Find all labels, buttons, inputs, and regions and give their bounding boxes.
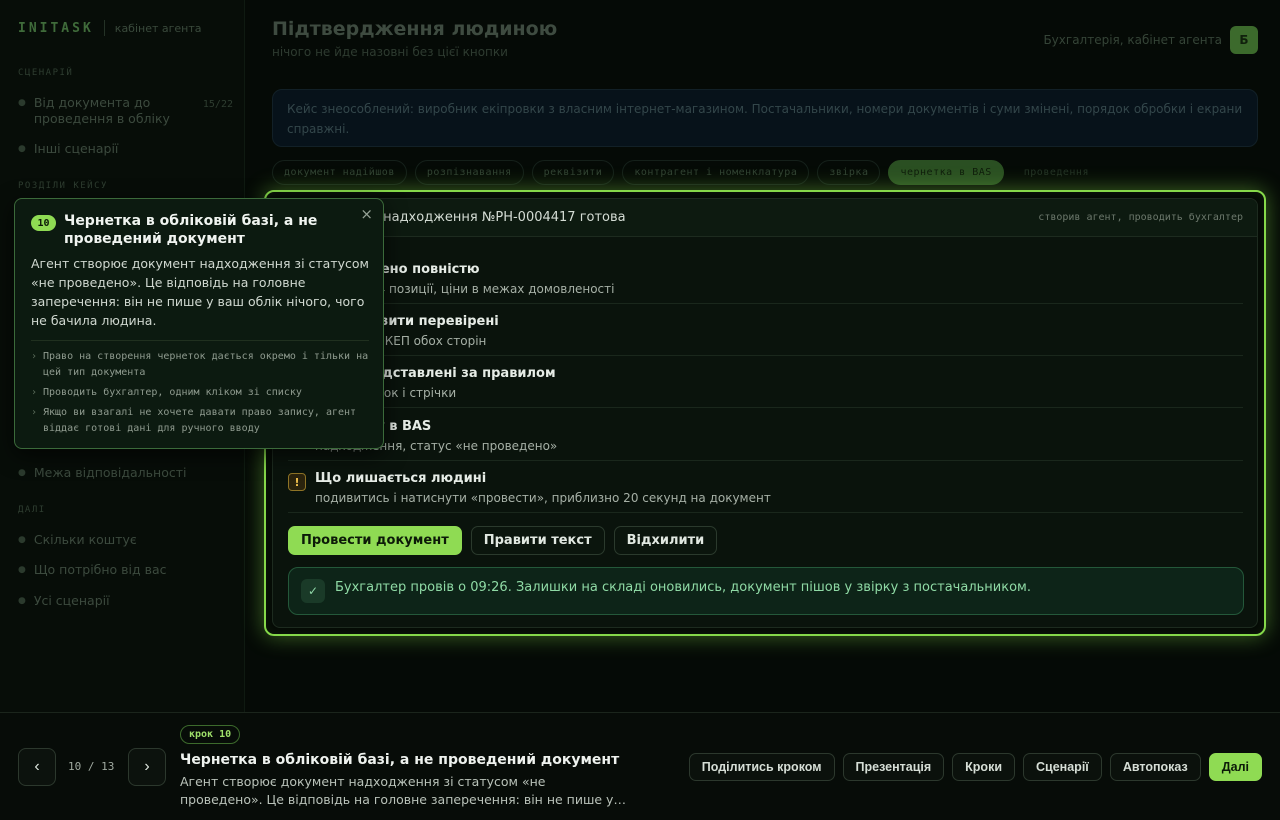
- brand-logo: INITASK: [18, 20, 94, 36]
- bullet-icon: ●: [18, 144, 26, 154]
- step-title: Чернетка в обліковій базі, а не проведен…: [180, 752, 620, 768]
- bullet-icon: ●: [18, 468, 26, 478]
- previous-step-button[interactable]: ‹: [18, 748, 56, 786]
- step-counter: 10 / 13: [68, 760, 115, 773]
- sidebar-item-requirements[interactable]: ● Що потрібно від вас: [18, 562, 233, 577]
- sidebar-item-responsibility[interactable]: ● Межа відповідальності: [18, 465, 233, 480]
- bullet-text: Проводить бухгалтер, одним кліком зі спи…: [43, 387, 302, 398]
- check-title: Що лишається людині: [315, 471, 487, 486]
- step-chip-counterparty[interactable]: контрагент і номенклатура: [622, 160, 810, 185]
- bullet-text: Право на створення чернеток дається окре…: [43, 351, 369, 378]
- step-description: Агент створює документ надходження зі ст…: [180, 774, 626, 807]
- brand-subtitle: кабінет агента: [114, 21, 202, 35]
- step-chip-posting[interactable]: проведення: [1012, 160, 1101, 185]
- step-chip-received[interactable]: документ надійшов: [272, 160, 407, 185]
- popover-text: Агент створює документ надходження зі ст…: [31, 256, 369, 328]
- steps-button[interactable]: Кроки: [952, 753, 1016, 781]
- list-item: › Проводить бухгалтер, одним кліком зі сп…: [31, 385, 371, 401]
- bullet-text: Якщо ви взагалі не хочете давати право з…: [43, 407, 357, 434]
- share-step-button[interactable]: Поділитись кроком: [688, 753, 835, 781]
- card-meta: створив агент, проводить бухгалтер: [1038, 212, 1243, 223]
- close-icon[interactable]: ×: [360, 205, 373, 223]
- tour-bottom-bar: ‹ 10 / 13 › крок 10 Чернетка в обліковій…: [0, 712, 1280, 820]
- draft-document-card: а надходження №РН-0004417 готова створив…: [272, 198, 1258, 628]
- brand: INITASK кабінет агента: [18, 20, 202, 36]
- bullet-icon: ●: [18, 98, 26, 108]
- step-chip-requisites[interactable]: реквізити: [531, 160, 615, 185]
- chevron-right-icon: ›: [31, 387, 38, 398]
- autoplay-button[interactable]: Автопоказ: [1109, 753, 1201, 781]
- scenarios-button[interactable]: Сценарії: [1023, 753, 1102, 781]
- sidebar-item-label: Що потрібно від вас: [33, 562, 167, 577]
- popover-bullets: › Право на створення чернеток дається окр…: [31, 349, 371, 441]
- step-badge: крок 10: [180, 725, 241, 744]
- check-row: ові реквізити перевірені підписами КЕП о…: [288, 304, 1243, 356]
- avatar[interactable]: Б: [1230, 26, 1258, 54]
- step-chip-reconciliation[interactable]: звірка: [817, 160, 881, 185]
- check-row: т зіставлено повністю , договір, 4 позиц…: [288, 252, 1243, 304]
- post-document-button[interactable]: Провести документ: [288, 526, 462, 555]
- case-note: Кейс знеособлений: виробник екіпровки з …: [272, 89, 1258, 147]
- reject-button[interactable]: Відхилити: [613, 526, 718, 555]
- chevron-right-icon: ›: [31, 407, 38, 418]
- page-subtitle: нічого не йде назовні без цієї кнопки: [272, 45, 508, 59]
- tour-actions: Поділитись кроком Презентація Кроки Сцен…: [688, 753, 1262, 781]
- check-row-human-action: ! Що лишається людині подивитись і натис…: [288, 461, 1243, 513]
- edit-text-button[interactable]: Правити текст: [470, 526, 605, 555]
- success-text: Бухгалтер провів о 09:26. Залишки на скл…: [335, 580, 1031, 595]
- sidebar-section-next: ДАЛІ: [18, 505, 46, 515]
- sidebar-item-label: Усі сценарії: [33, 593, 110, 608]
- card-actions: Провести документ Правити текст Відхилит…: [288, 526, 718, 555]
- check-desc: подивитись і натиснути «провести», прибл…: [315, 491, 771, 505]
- success-message: ✓ Бухгалтер провів о 09:26. Залишки на с…: [288, 567, 1244, 615]
- step-chip-recognition[interactable]: розпізнавання: [414, 160, 524, 185]
- list-item: › Якщо ви взагалі не хочете давати право …: [31, 405, 371, 437]
- check-icon: ✓: [301, 579, 325, 603]
- bullet-icon: ●: [18, 596, 26, 606]
- step-chips: документ надійшов розпізнавання реквізит…: [272, 160, 1101, 185]
- sidebar-section-scenario: СЦЕНАРІЙ: [18, 68, 74, 78]
- sidebar-item-all-scenarios[interactable]: ● Усі сценарії: [18, 593, 233, 608]
- list-item: › Право на створення чернеток дається окр…: [31, 349, 371, 381]
- check-row: чернетку в BAS надходження, статус «не п…: [288, 409, 1243, 461]
- sidebar-item-label: Від документа до проведення в обліку: [33, 95, 170, 126]
- card-title: а надходження №РН-0004417 готова: [371, 210, 626, 225]
- popover-title: Чернетка в обліковій базі, а не проведен…: [64, 213, 318, 247]
- warning-icon: !: [288, 473, 306, 491]
- sidebar-item-label: Скільки коштує: [33, 532, 137, 547]
- chevron-right-icon: ›: [31, 351, 38, 362]
- sidebar-item-other-scenarios[interactable]: ● Інші сценарії: [18, 141, 233, 156]
- popover-divider: [31, 340, 369, 341]
- brand-divider: [103, 20, 105, 36]
- sidebar-item-label: Інші сценарії: [33, 141, 119, 156]
- bullet-icon: ●: [18, 565, 26, 575]
- sidebar-item-current-scenario[interactable]: ● Від документа до проведення в обліку 1…: [18, 95, 233, 127]
- bullet-icon: ●: [18, 535, 26, 545]
- step-number-badge: 10: [31, 215, 56, 231]
- step-chip-draft-bas[interactable]: чернетка в BAS: [888, 160, 1004, 185]
- user-info[interactable]: Бухгалтерія, кабінет агента Б: [1043, 26, 1258, 54]
- page-title: Підтвердження людиною: [272, 18, 558, 40]
- sidebar-item-cost[interactable]: ● Скільки коштує: [18, 532, 233, 547]
- sidebar-item-label: Межа відповідальності: [33, 465, 187, 480]
- user-label: Бухгалтерія, кабінет агента: [1043, 33, 1222, 47]
- check-row: обліку підставлені за правилом анини, ни…: [288, 356, 1243, 408]
- sidebar-item-count: 15/22: [202, 99, 233, 110]
- sidebar-section-chapters: РОЗДІЛИ КЕЙСУ: [18, 181, 108, 191]
- next-step-arrow-button[interactable]: ›: [128, 748, 166, 786]
- presentation-button[interactable]: Презентація: [842, 753, 945, 781]
- next-button[interactable]: Далі: [1208, 753, 1262, 781]
- card-header: а надходження №РН-0004417 готова створив…: [273, 199, 1257, 237]
- step-popover: 10 Чернетка в обліковій базі, а не прове…: [14, 198, 384, 449]
